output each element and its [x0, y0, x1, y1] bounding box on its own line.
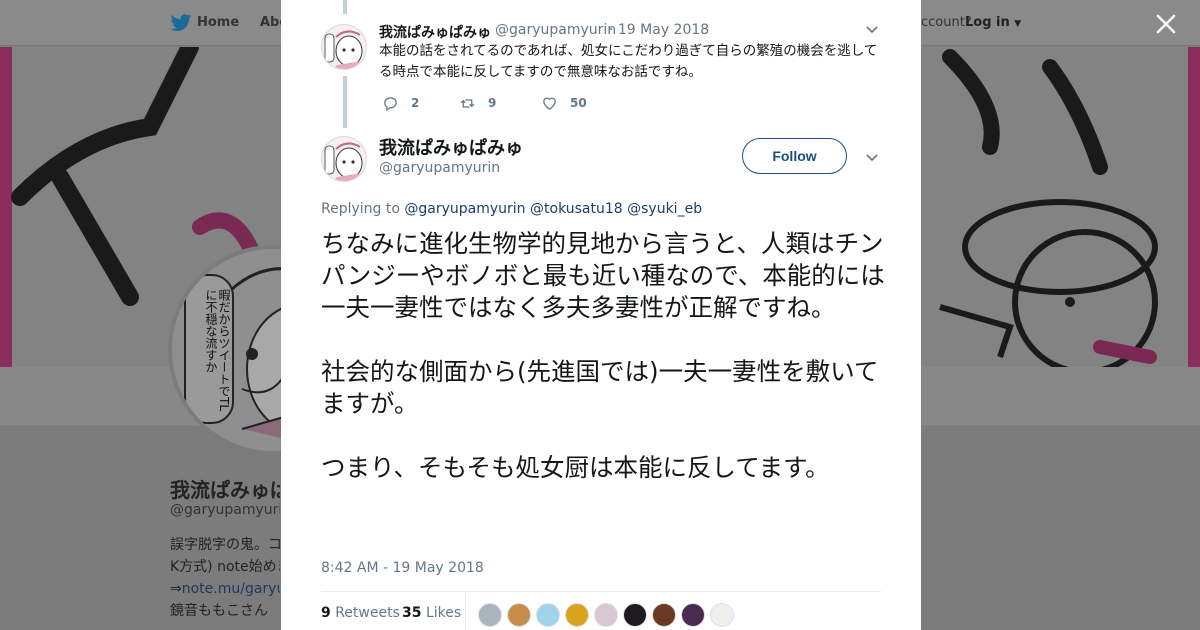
liker-avatar[interactable]	[623, 603, 647, 627]
chevron-down-icon: ▼	[1014, 19, 1022, 29]
prev-tweet-avatar[interactable]	[321, 24, 367, 70]
liker-avatar[interactable]	[652, 603, 676, 627]
likes-stat[interactable]: 35 Likes	[402, 605, 461, 621]
bio-link-line: ⇒note.mu/garyup	[170, 578, 280, 600]
retweet-count: 9	[488, 96, 497, 110]
profile-bio: 誤字脱字の鬼。コ K方式) note始めま ⇒note.mu/garyup 鏡音…	[170, 534, 280, 622]
liker-avatar[interactable]	[507, 603, 531, 627]
stats-divider	[321, 591, 881, 592]
liker-avatar[interactable]	[681, 603, 705, 627]
follow-button[interactable]: Follow	[742, 138, 847, 174]
retweets-stat[interactable]: 9 Retweets	[321, 605, 400, 621]
liker-avatar[interactable]	[565, 603, 589, 627]
prev-tweet-date[interactable]: · 19 May 2018	[609, 22, 709, 38]
tweet-timestamp[interactable]: 8:42 AM - 19 May 2018	[321, 560, 484, 576]
twitter-bird-icon[interactable]	[170, 13, 192, 33]
login-link[interactable]: Log in ▼	[965, 15, 1021, 30]
tweet-modal: 我流ぱみゅぱみゅ @garyupamyurin · 19 May 2018 本能…	[281, 0, 921, 630]
replying-to-label: Replying to	[321, 201, 400, 217]
mention-link[interactable]: @tokusatu18	[530, 201, 623, 217]
likes-stat-count: 35	[402, 605, 422, 621]
main-tweet-avatar[interactable]	[321, 136, 367, 182]
prev-tweet-text: 本能の話をされてるのであれば、処女にこだわり過ぎて自らの繁殖の機会を逃してる時点…	[379, 43, 878, 80]
close-icon[interactable]	[1152, 10, 1180, 38]
stats-separator	[465, 592, 466, 630]
avatar-illustration	[324, 30, 366, 69]
bio-link[interactable]: note.mu/garyup	[182, 581, 280, 597]
mention-link[interactable]: @garyupamyurin	[404, 201, 525, 217]
like-count: 50	[570, 96, 587, 110]
prev-tweet-author-name[interactable]: 我流ぱみゅぱみゅ	[379, 22, 491, 42]
main-tweet-author-name[interactable]: 我流ぱみゅぱみゅ	[379, 134, 523, 160]
liker-avatar[interactable]	[536, 603, 560, 627]
likes-stat-label: Likes	[425, 605, 462, 621]
thread-connector-line	[343, 76, 347, 128]
prev-tweet-author-handle[interactable]: @garyupamyurin	[495, 22, 616, 38]
thread-connector-line	[343, 0, 347, 14]
bio-line: 鏡音ももこさん	[170, 603, 268, 619]
bio-line: 誤字脱字の鬼。コ	[170, 537, 280, 553]
main-tweet-text: ちなみに進化生物学的見地から言うと、人類はチンパンジーやボノボと最も近い種なので…	[321, 229, 885, 482]
speech-bubble-text: 暇だからツイートでTLに不穏な流すか	[204, 289, 231, 412]
liker-avatar[interactable]	[594, 603, 618, 627]
like-button[interactable]: 50	[541, 94, 587, 112]
retweet-icon	[460, 98, 475, 108]
nav-home-link[interactable]: Home	[197, 15, 239, 30]
chevron-down-icon[interactable]	[865, 22, 879, 36]
main-tweet-author-handle[interactable]: @garyupamyurin	[379, 160, 500, 176]
chevron-down-icon[interactable]	[865, 150, 879, 164]
liker-avatar[interactable]	[710, 603, 734, 627]
mention-link[interactable]: @syuki_eb	[627, 201, 702, 217]
retweet-button[interactable]: 9	[459, 94, 496, 112]
profile-name: 我流ぱみゅぱみゅ	[170, 478, 280, 502]
reply-button[interactable]: 2	[382, 94, 419, 112]
reply-icon	[384, 96, 397, 111]
avatar-illustration	[324, 142, 366, 181]
retweets-stat-count: 9	[321, 605, 331, 621]
retweets-stat-label: Retweets	[335, 605, 400, 621]
reply-count: 2	[411, 96, 420, 110]
likers-avatars	[478, 603, 739, 627]
heart-icon	[543, 97, 556, 110]
liker-avatar[interactable]	[478, 603, 502, 627]
profile-handle: @garyupamyurin	[170, 502, 280, 518]
bio-line: K方式) note始めま	[170, 559, 280, 575]
replying-to: Replying to @garyupamyurin @tokusatu18 @…	[321, 201, 702, 217]
